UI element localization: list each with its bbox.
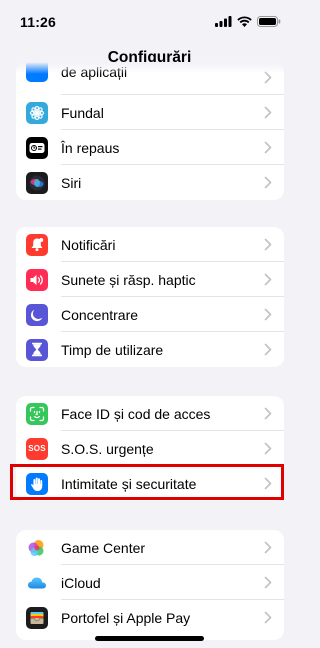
settings-row-label: Concentrare <box>61 306 139 323</box>
chevron-right-icon <box>264 541 272 554</box>
siri-icon <box>26 171 48 194</box>
battery-icon <box>257 16 281 27</box>
settings-group-general: de aplicații <box>16 62 284 200</box>
settings-row-standby[interactable]: În repaus <box>16 130 284 165</box>
chevron-right-icon <box>264 343 272 356</box>
settings-row-label: Siri <box>61 174 82 191</box>
sos-icon: SOS <box>26 437 48 460</box>
settings-row-label: Notificări <box>61 236 116 253</box>
face-id-icon <box>26 402 48 425</box>
home-indicator[interactable] <box>95 636 204 641</box>
settings-row-face-id[interactable]: Face ID și cod de acces <box>16 396 284 431</box>
wifi-icon <box>237 16 252 27</box>
settings-row-sounds[interactable]: Sunete și răsp. haptic <box>16 262 284 297</box>
moon-icon <box>26 303 48 326</box>
chevron-right-icon <box>264 273 272 286</box>
chevron-right-icon <box>264 106 272 119</box>
chevron-right-icon <box>264 576 272 589</box>
speaker-icon <box>26 268 48 291</box>
chevron-right-icon <box>264 308 272 321</box>
settings-row-label: Portofel și Apple Pay <box>61 609 191 626</box>
settings-group-accounts: Game Center iCloud Portofel și Apple Pay <box>16 530 284 640</box>
chevron-right-icon <box>264 176 272 189</box>
hourglass-icon <box>26 338 48 361</box>
settings-row-notifications[interactable]: Notificări <box>16 227 284 262</box>
cloud-icon <box>26 571 48 594</box>
settings-row-label: Game Center <box>61 539 146 556</box>
chevron-right-icon <box>264 442 272 455</box>
status-icons <box>215 16 281 27</box>
settings-row-focus[interactable]: Concentrare <box>16 297 284 332</box>
status-bar: 11:26 <box>0 0 299 42</box>
flower-icon <box>26 101 48 124</box>
settings-row-label: Timp de utilizare <box>61 341 164 358</box>
highlight-box <box>10 464 284 500</box>
chevron-right-icon <box>264 407 272 420</box>
status-time: 11:26 <box>20 14 57 30</box>
bell-icon <box>26 233 48 256</box>
settings-row-label: În repaus <box>61 139 120 156</box>
settings-row-label: S.O.S. urgențe <box>61 440 154 457</box>
settings-row-label: Face ID și cod de acces <box>61 405 211 422</box>
signal-icon <box>215 16 232 27</box>
settings-row-wallpaper[interactable]: Fundal <box>16 95 284 130</box>
wallet-icon <box>26 606 48 629</box>
chevron-right-icon <box>264 238 272 251</box>
settings-row-label: Sunete și răsp. haptic <box>61 271 196 288</box>
settings-row-game-center[interactable]: Game Center <box>16 530 284 565</box>
chevron-right-icon <box>264 611 272 624</box>
settings-row-icloud[interactable]: iCloud <box>16 565 284 600</box>
sos-icon-text: SOS <box>28 444 46 453</box>
chevron-right-icon <box>264 141 272 154</box>
settings-row-screen-time[interactable]: Timp de utilizare <box>16 332 284 367</box>
game-center-icon <box>26 536 48 559</box>
standby-icon <box>26 136 48 159</box>
settings-row-siri[interactable]: Siri <box>16 165 284 200</box>
settings-row-label: Fundal <box>61 104 104 121</box>
settings-group-notifications: Notificări Sunete și răsp. haptic Concen… <box>16 227 284 367</box>
settings-row-label: iCloud <box>61 574 101 591</box>
settings-row-wallet[interactable]: Portofel și Apple Pay <box>16 600 284 635</box>
nav-header-mask <box>0 62 299 74</box>
settings-row-emergency-sos[interactable]: SOS S.O.S. urgențe <box>16 431 284 466</box>
